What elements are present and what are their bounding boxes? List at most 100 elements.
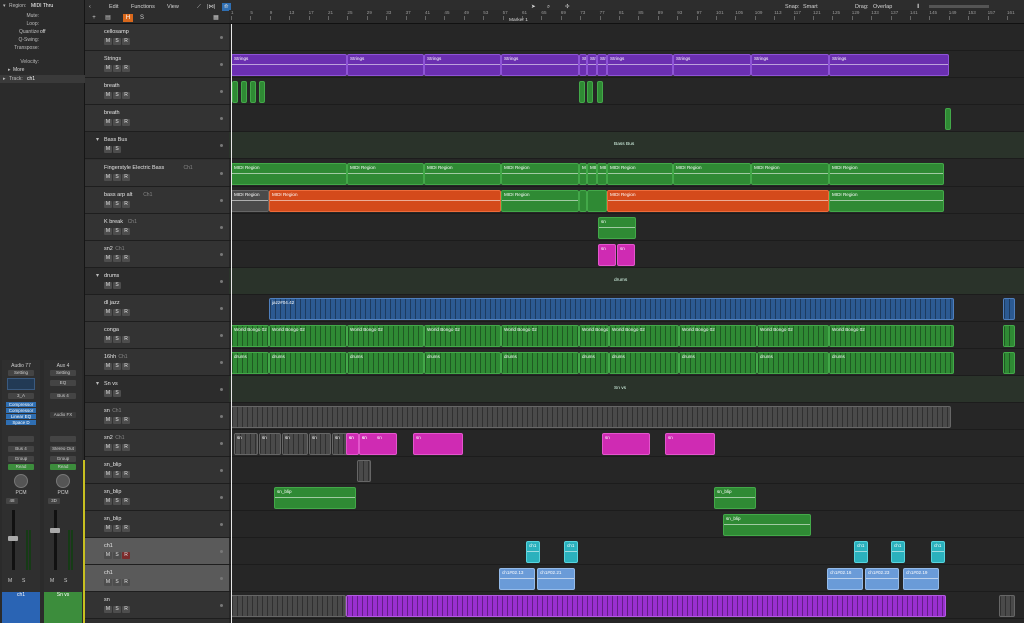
mute-button[interactable]: M: [104, 146, 112, 153]
disclosure-icon[interactable]: ▾: [3, 2, 6, 10]
solo-button[interactable]: S: [113, 579, 121, 586]
record-button[interactable]: R: [122, 228, 130, 235]
track-header[interactable]: Fingerstyle Electric Bass Ch1 M S R: [85, 160, 229, 187]
toolbar-back-icon[interactable]: ‹: [89, 3, 91, 11]
region-inspector-header[interactable]: ▾ Region: MIDI Thru: [0, 2, 85, 10]
solo-button[interactable]: S: [113, 201, 121, 208]
track-header[interactable]: sn2 Ch1 M S R: [85, 241, 229, 268]
region[interactable]: Strings: [751, 54, 829, 76]
input-slot[interactable]: 3_A: [8, 393, 34, 399]
region[interactable]: MIDI Region: [673, 163, 751, 185]
inspector-row-velocity[interactable]: Velocity:: [0, 58, 85, 66]
mute-button[interactable]: M: [104, 363, 112, 370]
region[interactable]: sn: [413, 433, 463, 455]
region[interactable]: World Bongo 02: [579, 325, 609, 347]
region[interactable]: Strings: [231, 54, 347, 76]
region[interactable]: drums: [829, 352, 954, 374]
track-name[interactable]: sn: [104, 597, 110, 603]
region[interactable]: sn: [665, 433, 715, 455]
region[interactable]: [259, 81, 265, 103]
region[interactable]: MIDI Region: [579, 163, 587, 185]
region[interactable]: World Bongo 02: [424, 325, 501, 347]
record-button[interactable]: R: [122, 119, 130, 126]
region[interactable]: [579, 190, 587, 212]
region[interactable]: MIDI Region: [347, 163, 424, 185]
record-button[interactable]: R: [122, 444, 130, 451]
region[interactable]: World Bongo 02: [269, 325, 347, 347]
more-toggle[interactable]: ▸ More: [0, 66, 85, 74]
eq-thumbnail[interactable]: [7, 378, 35, 390]
plugin-slot[interactable]: Compressor: [6, 408, 36, 413]
solo-button[interactable]: S: [113, 65, 121, 72]
region[interactable]: sn_blip: [723, 514, 811, 536]
solo-button[interactable]: S: [113, 146, 121, 153]
region[interactable]: ch1#02.23: [865, 568, 899, 590]
track-lane[interactable]: [229, 105, 1024, 132]
region[interactable]: Strings: [597, 54, 607, 76]
folder-disclosure-icon[interactable]: ▾: [96, 272, 99, 279]
region[interactable]: drums: [501, 352, 579, 374]
region[interactable]: [1003, 298, 1015, 320]
solo-button[interactable]: S: [113, 525, 121, 532]
track-header[interactable]: 16hh Ch1 M S R: [85, 349, 229, 376]
inspector-row-loop[interactable]: Loop:: [0, 20, 85, 28]
track-name[interactable]: sn_blip: [104, 489, 121, 495]
region[interactable]: Strings: [579, 54, 587, 76]
track-header[interactable]: bass arp alt Ch1 M S R: [85, 187, 229, 214]
folder-lane[interactable]: Sn vs: [229, 376, 1024, 403]
track-lane[interactable]: [229, 511, 1024, 538]
track-name[interactable]: Fingerstyle Electric Bass: [104, 165, 164, 171]
region[interactable]: drums: [579, 352, 609, 374]
region[interactable]: World Bongo 02: [231, 325, 269, 347]
region[interactable]: jazz#04.42: [269, 298, 954, 320]
record-button[interactable]: R: [122, 336, 130, 343]
mute-button[interactable]: M: [104, 390, 112, 397]
track-folder-icon[interactable]: ▤: [103, 14, 113, 22]
solo-button[interactable]: S: [113, 471, 121, 478]
solo-button[interactable]: S: [22, 578, 25, 584]
track-header[interactable]: breath M S R: [85, 78, 229, 105]
record-button[interactable]: R: [122, 38, 130, 45]
region[interactable]: drums: [347, 352, 424, 374]
track-header[interactable]: breath M S R: [85, 105, 229, 132]
mute-button[interactable]: M: [104, 606, 112, 613]
solo-button[interactable]: S: [113, 498, 121, 505]
inspector-row-mute[interactable]: Mute:: [0, 12, 85, 20]
region[interactable]: ch1: [526, 541, 540, 563]
record-button[interactable]: R: [122, 174, 130, 181]
automation-mode[interactable]: Read: [50, 464, 76, 470]
region[interactable]: World Bongo 02: [757, 325, 829, 347]
group-slot[interactable]: Group: [8, 456, 34, 462]
track-name[interactable]: K break: [104, 219, 123, 225]
track-header[interactable]: ch1 M S R: [85, 538, 229, 565]
region[interactable]: drums: [424, 352, 501, 374]
track-name[interactable]: Bass Bus: [104, 137, 127, 143]
solo-button[interactable]: S: [113, 228, 121, 235]
solo-button[interactable]: S: [113, 92, 121, 99]
region[interactable]: Strings: [347, 54, 424, 76]
solo-button[interactable]: S: [113, 552, 121, 559]
region[interactable]: [241, 81, 247, 103]
mute-button[interactable]: M: [104, 552, 112, 559]
region[interactable]: [1003, 352, 1015, 374]
region[interactable]: sn: [309, 433, 331, 455]
region[interactable]: MIDI Region: [751, 163, 829, 185]
region[interactable]: sn: [617, 244, 635, 266]
mute-button[interactable]: M: [104, 65, 112, 72]
track-header[interactable]: cellosamp M S R: [85, 24, 229, 51]
solo-button[interactable]: S: [113, 390, 121, 397]
mute-button[interactable]: M: [104, 417, 112, 424]
pan-knob[interactable]: [14, 474, 28, 488]
solo-button[interactable]: S: [113, 309, 121, 316]
mute-button[interactable]: M: [104, 282, 112, 289]
zoom-slider[interactable]: [929, 5, 989, 8]
input-slot[interactable]: Bus 4: [50, 393, 76, 399]
mute-button[interactable]: M: [104, 471, 112, 478]
plugin-slot[interactable]: Linear EQ: [6, 414, 36, 419]
region[interactable]: sn: [602, 433, 650, 455]
region[interactable]: sn_blip: [274, 487, 356, 509]
track-header[interactable]: conga M S R: [85, 322, 229, 349]
track-lane[interactable]: [229, 457, 1024, 484]
solo-button[interactable]: S: [64, 578, 67, 584]
automation-icon[interactable]: ⟋: [197, 3, 201, 11]
